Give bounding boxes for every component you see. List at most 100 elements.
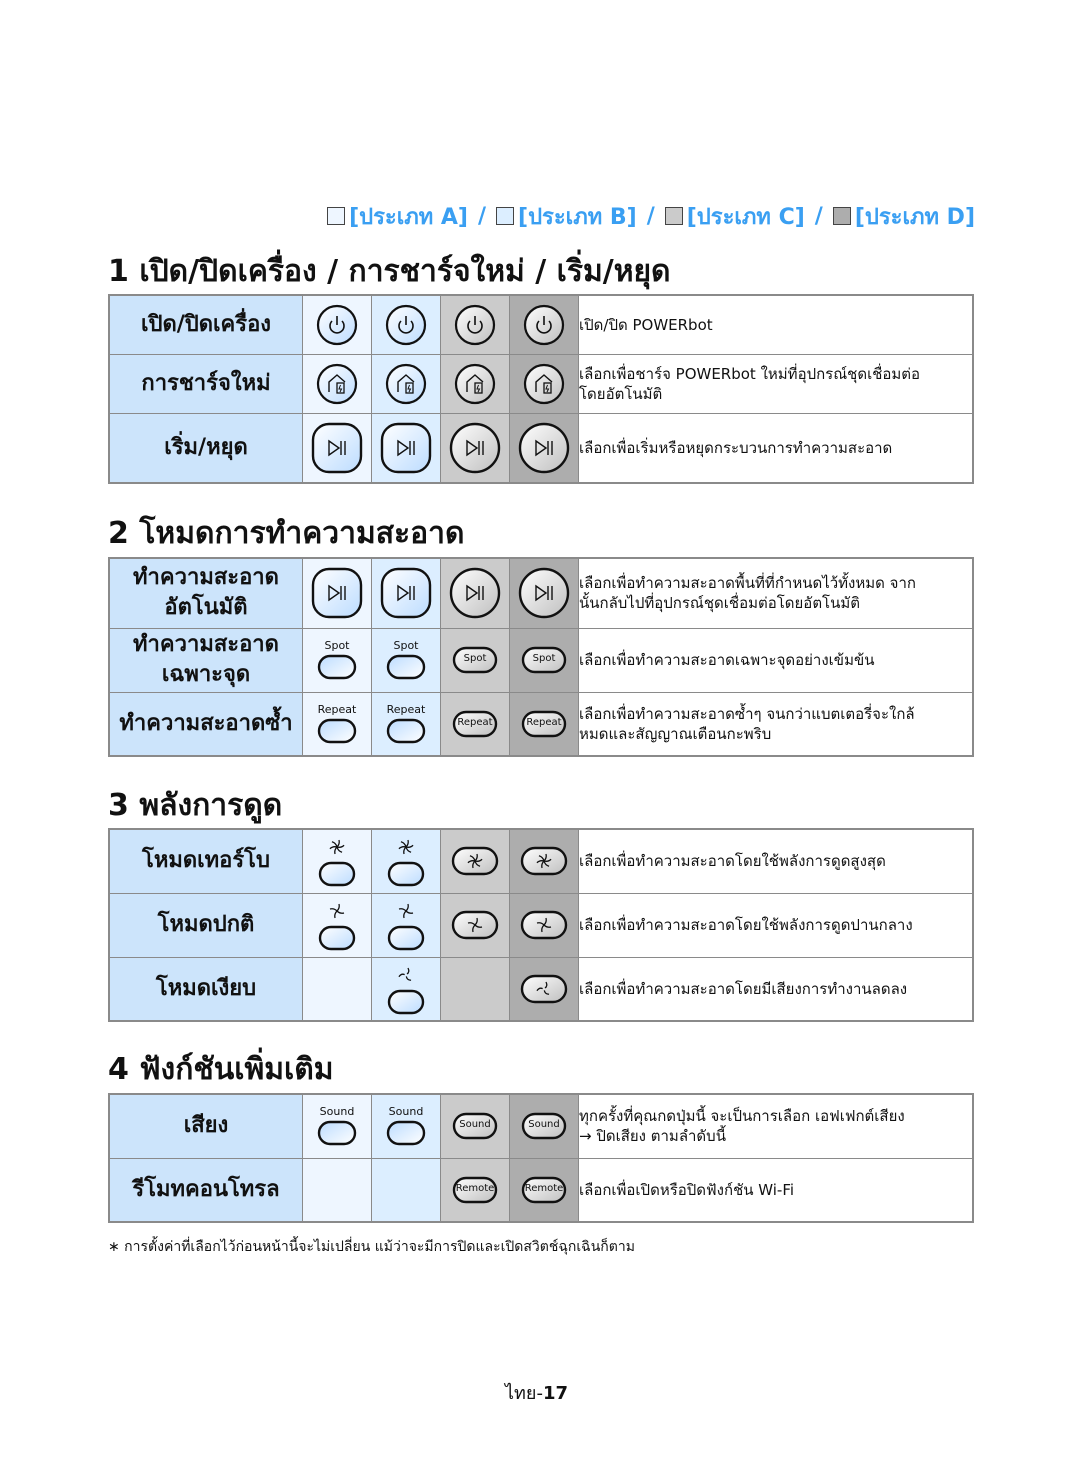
- table-row: โหมดเทอร์โบ เลือกเพื่อทำความสะอาดโดยใช้พล…: [108, 828, 974, 894]
- sound-button-label: Sound: [528, 1119, 560, 1131]
- feature-description: เปิด/ปิด POWERbot: [578, 294, 974, 355]
- feature-label: ทำความสะอาดซ้ำ: [108, 691, 303, 757]
- type-c-cell: Spot: [440, 627, 510, 693]
- home-charge-icon[interactable]: [384, 362, 428, 406]
- repeat-button-caption: Repeat: [386, 702, 426, 716]
- play-pause-icon[interactable]: [379, 566, 433, 620]
- home-charge-icon[interactable]: [522, 362, 566, 406]
- type-a-cell: [302, 412, 372, 484]
- play-pause-icon[interactable]: [310, 566, 364, 620]
- type-a-cell: [302, 353, 372, 414]
- remote-button[interactable]: Remote: [452, 1176, 498, 1204]
- repeat-button[interactable]: Repeat: [521, 710, 567, 738]
- table-row: ทำความสะอาด เฉพาะจุด Spot Spot Spot Spot เลือ…: [108, 627, 974, 693]
- fan-normal-icon[interactable]: [519, 908, 569, 942]
- fan-turbo-icon[interactable]: [450, 844, 500, 878]
- spot-button[interactable]: [317, 654, 357, 680]
- play-pause-icon[interactable]: [310, 421, 364, 475]
- play-pause-icon[interactable]: [517, 421, 571, 475]
- feature-label-text: โหมดเทอร์โบ: [142, 848, 270, 874]
- play-pause-icon[interactable]: [448, 566, 502, 620]
- description-text: เลือกเพื่อทำความสะอาดเฉพาะจุดอย่างเข้มข้…: [579, 651, 875, 669]
- type-b-cell: [371, 353, 441, 414]
- repeat-button[interactable]: Repeat: [452, 710, 498, 738]
- type-b-cell: [371, 956, 441, 1022]
- section-title: 4 ฟังก์ชันเพิ่มเติม: [108, 1052, 334, 1087]
- feature-label: เริ่ม/หยุด: [108, 412, 303, 484]
- swatch-c: [664, 207, 683, 225]
- remote-button[interactable]: Remote: [521, 1176, 567, 1204]
- feature-label: โหมดปกติ: [108, 892, 303, 958]
- feature-label: ทำความสะอาด เฉพาะจุด: [108, 627, 303, 693]
- type-a-cell: [302, 828, 372, 894]
- type-c-cell: Sound: [440, 1093, 510, 1159]
- fan-normal-icon[interactable]: [315, 899, 359, 951]
- table-row: โหมดปกติ เลือกเพื่อทำความสะอาดโดยใช้พลังก…: [108, 892, 974, 958]
- sound-button[interactable]: Sound: [521, 1112, 567, 1140]
- play-pause-icon[interactable]: [448, 421, 502, 475]
- fan-normal-icon[interactable]: [450, 908, 500, 942]
- spot-button[interactable]: Spot: [452, 646, 498, 674]
- spot-button[interactable]: [386, 654, 426, 680]
- feature-table: โหมดเทอร์โบเลือกเพื่อทำความสะอาดโดยใช้พล…: [108, 828, 974, 1022]
- type-c-cell: [440, 412, 510, 484]
- power-icon[interactable]: [453, 303, 497, 347]
- sound-button-caption: Sound: [319, 1105, 355, 1119]
- fan-turbo-icon[interactable]: [384, 835, 428, 887]
- home-charge-icon[interactable]: [453, 362, 497, 406]
- table-row: ทำความสะอาดซ้ำ Repeat Repeat Repeat Repeat เล…: [108, 691, 974, 757]
- power-icon[interactable]: [522, 303, 566, 347]
- type-d-cell: Remote: [509, 1157, 579, 1223]
- power-icon[interactable]: [315, 303, 359, 347]
- feature-label: การชาร์จใหม่: [108, 353, 303, 414]
- feature-description: เลือกเพื่อเริ่มหรือหยุดกระบวนการทำความสะ…: [578, 412, 974, 484]
- feature-table: ทำความสะอาด อัตโนมัติเลือกเพื่อทำความสะอ…: [108, 557, 974, 757]
- description-text: เลือกเพื่อเริ่มหรือหยุดกระบวนการทำความสะ…: [579, 438, 893, 457]
- feature-table: เปิด/ปิดเครื่อง เปิด/ปิด POWERbot การชาร์จ…: [108, 294, 974, 484]
- play-pause-icon[interactable]: [379, 421, 433, 475]
- fan-normal-icon[interactable]: [384, 899, 428, 951]
- type-c-cell: Remote: [440, 1157, 510, 1223]
- feature-description: เลือกเพื่อทำความสะอาดโดยใช้พลังการดูดปาน…: [578, 892, 974, 958]
- type-d-cell: [509, 412, 579, 484]
- type-b-cell: Repeat: [371, 691, 441, 757]
- type-b-cell: [371, 1157, 441, 1223]
- fan-quiet-icon[interactable]: [384, 963, 428, 1015]
- feature-description: เลือกเพื่อทำความสะอาดพื้นที่ที่กำหนดไว้ท…: [578, 557, 974, 629]
- feature-description: เลือกเพื่อเปิดหรือปิดฟังก์ชัน Wi-Fi: [578, 1157, 974, 1223]
- feature-description: เลือกเพื่อทำความสะอาดโดยใช้พลังการดูดสูง…: [578, 828, 974, 894]
- type-c-cell: [440, 956, 510, 1022]
- spot-button-label: Spot: [532, 653, 556, 664]
- sound-button[interactable]: [386, 1120, 426, 1146]
- repeat-button-label: Repeat: [457, 716, 493, 728]
- feature-label: ทำความสะอาด อัตโนมัติ: [108, 557, 303, 629]
- type-d-cell: [509, 828, 579, 894]
- feature-label: โหมดเทอร์โบ: [108, 828, 303, 894]
- type-a-cell: Spot: [302, 627, 372, 693]
- swatch-b: [496, 207, 515, 225]
- play-pause-icon[interactable]: [517, 566, 571, 620]
- description-text: เลือกเพื่อชาร์จ POWERbot ใหม่ที่อุปกรณ์ช…: [579, 364, 921, 403]
- sound-button-label: Sound: [459, 1119, 491, 1131]
- type-legend: [ประเภท A] / [ประเภท B] / [ประเภท C] / […: [253, 200, 975, 232]
- sound-button[interactable]: Sound: [452, 1112, 498, 1140]
- feature-description: เลือกเพื่อทำความสะอาดโดยมีเสียงการทำงานล…: [578, 956, 974, 1022]
- legend-type-b: [ประเภท B]: [496, 199, 637, 234]
- repeat-button[interactable]: [317, 718, 357, 744]
- sound-button-caption: Sound: [388, 1105, 424, 1119]
- description-text: เลือกเพื่อเปิดหรือปิดฟังก์ชัน Wi-Fi: [579, 1180, 795, 1199]
- sound-button[interactable]: [317, 1120, 357, 1146]
- fan-quiet-icon[interactable]: [519, 972, 569, 1006]
- home-charge-icon[interactable]: [315, 362, 359, 406]
- type-b-cell: [371, 557, 441, 629]
- spot-button[interactable]: Spot: [521, 646, 567, 674]
- repeat-button[interactable]: [386, 718, 426, 744]
- power-icon[interactable]: [384, 303, 428, 347]
- type-b-cell: [371, 294, 441, 355]
- type-a-cell: [302, 557, 372, 629]
- type-c-cell: [440, 353, 510, 414]
- type-c-cell: [440, 892, 510, 958]
- feature-description: เลือกเพื่อทำความสะอาดซ้ำๆ จนกว่าแบตเตอรี…: [578, 691, 974, 757]
- fan-turbo-icon[interactable]: [519, 844, 569, 878]
- fan-turbo-icon[interactable]: [315, 835, 359, 887]
